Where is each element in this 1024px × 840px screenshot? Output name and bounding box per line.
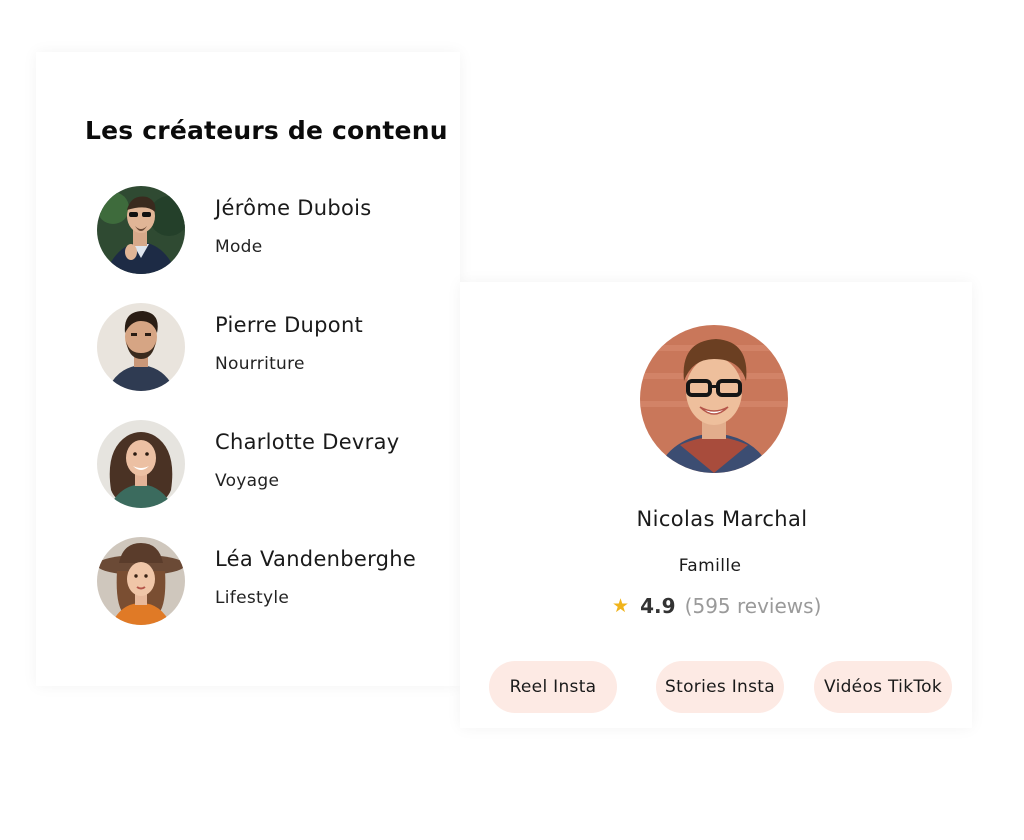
creator-name: Jérôme Dubois: [215, 196, 372, 220]
service-pill-stories-insta[interactable]: Stories Insta: [656, 661, 784, 713]
profile-name: Nicolas Marchal: [636, 507, 808, 531]
service-pill-videos-tiktok[interactable]: Vidéos TikTok: [814, 661, 952, 713]
creator-item[interactable]: Jérôme Dubois Mode: [97, 186, 457, 276]
creator-name: Pierre Dupont: [215, 313, 364, 337]
creator-category: Lifestyle: [215, 588, 290, 608]
review-count: (595 reviews): [684, 594, 822, 618]
creator-avatar: [97, 420, 185, 508]
creators-title: Les créateurs de contenu: [85, 116, 448, 145]
rating-value: 4.9: [640, 594, 676, 618]
creators-card: Les créateurs de contenu Jérôme Dubois M…: [36, 52, 460, 686]
star-icon: ★: [612, 595, 630, 617]
creator-category: Voyage: [215, 471, 280, 491]
profile-card: Nicolas Marchal Famille ★ 4.9 (595 revie…: [460, 282, 972, 728]
profile-category: Famille: [678, 556, 742, 576]
creator-category: Mode: [215, 237, 263, 257]
creator-name: Charlotte Devray: [215, 430, 400, 454]
creator-category: Nourriture: [215, 354, 305, 374]
profile-avatar: [640, 325, 788, 473]
creator-item[interactable]: Pierre Dupont Nourriture: [97, 303, 457, 393]
creator-avatar: [97, 186, 185, 274]
service-pill-reel-insta[interactable]: Reel Insta: [489, 661, 617, 713]
rating: ★ 4.9 (595 reviews): [612, 594, 821, 618]
creator-avatar: [97, 537, 185, 625]
creator-item[interactable]: Charlotte Devray Voyage: [97, 420, 457, 510]
creator-avatar: [97, 303, 185, 391]
creator-name: Léa Vandenberghe: [215, 547, 417, 571]
creator-item[interactable]: Léa Vandenberghe Lifestyle: [97, 537, 457, 627]
